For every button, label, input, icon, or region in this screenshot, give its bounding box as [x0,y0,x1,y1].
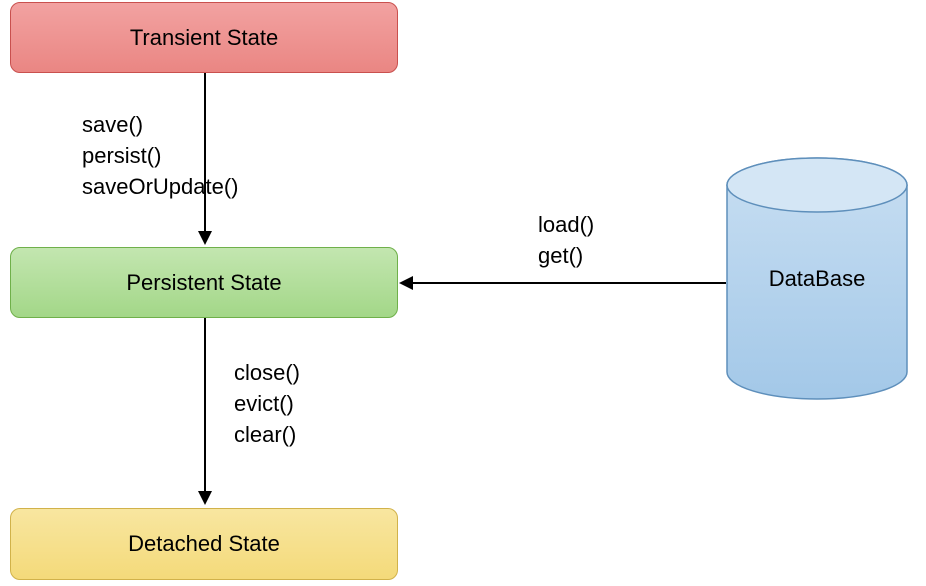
label-load: load() [538,210,594,241]
transient-state-box: Transient State [10,2,398,73]
label-evict: evict() [234,389,300,420]
transition-labels-1: save() persist() saveOrUpdate() [82,110,239,202]
arrowhead-transient-to-persistent [198,231,212,245]
transition-labels-3: load() get() [538,210,594,272]
arrowhead-database-to-persistent [399,276,413,290]
arrowhead-persistent-to-detached [198,491,212,505]
transition-labels-2: close() evict() clear() [234,358,300,450]
arrow-database-to-persistent [412,282,726,284]
persistent-state-box: Persistent State [10,247,398,318]
label-persist: persist() [82,141,239,172]
label-close: close() [234,358,300,389]
detached-state-label: Detached State [128,531,280,557]
label-saveorupdate: saveOrUpdate() [82,172,239,203]
transient-state-label: Transient State [130,25,278,51]
detached-state-box: Detached State [10,508,398,580]
label-save: save() [82,110,239,141]
arrow-persistent-to-detached [204,318,206,493]
label-clear: clear() [234,420,300,451]
label-get: get() [538,241,594,272]
database-cylinder: DataBase [726,157,908,400]
database-label: DataBase [769,266,866,292]
persistent-state-label: Persistent State [126,270,281,296]
